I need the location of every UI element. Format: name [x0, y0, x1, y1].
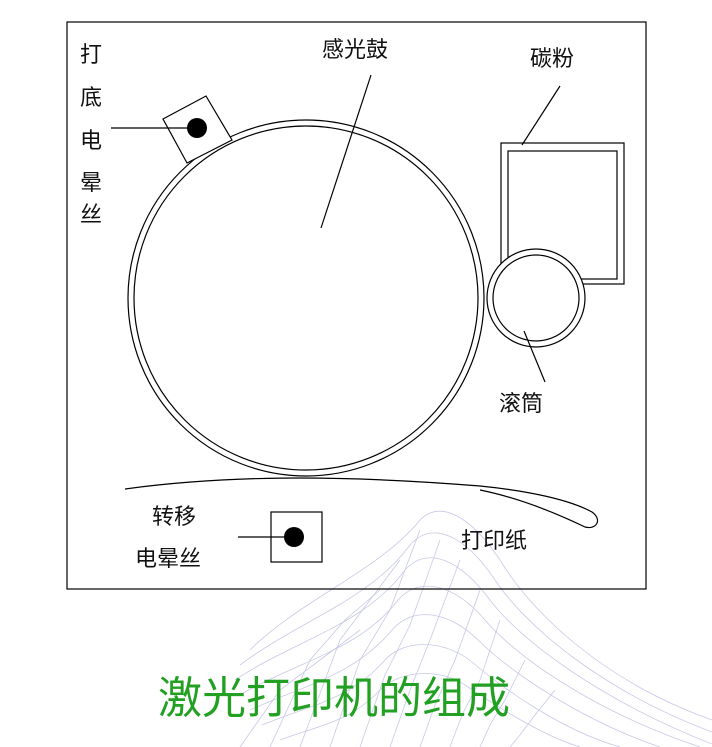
- charge-wire-char-1: 打: [80, 43, 102, 68]
- roller-label: 滚筒: [499, 392, 543, 417]
- transfer-label-line2: 电晕丝: [135, 547, 201, 572]
- diagram-title: 激光打印机的组成: [158, 673, 510, 724]
- charge-wire-dot: [187, 118, 207, 138]
- drum-label: 感光鼓: [322, 38, 388, 63]
- charge-wire-char-2: 底: [80, 86, 102, 111]
- laser-printer-diagram: 感光鼓 碳粉 滚筒 打 底 电 晕 丝 打印纸 转移 电晕丝 激光打印机的组成: [66, 21, 712, 747]
- roller-outer-circle: [486, 248, 586, 348]
- charge-wire-char-5: 丝: [80, 203, 102, 228]
- drum-outer-circle: [127, 119, 485, 477]
- charge-wire-char-4: 晕: [80, 171, 102, 196]
- transfer-wire-dot: [284, 527, 304, 547]
- drum-leader-line: [320, 74, 372, 229]
- toner-label: 碳粉: [530, 47, 574, 72]
- transfer-label-line1: 转移: [152, 505, 196, 530]
- toner-leader-line: [521, 85, 561, 146]
- paper-label: 打印纸: [461, 529, 527, 554]
- drum-inner-circle: [133, 125, 479, 471]
- charge-wire-char-3: 电: [80, 129, 102, 154]
- charge-wire-label: 打 底 电 晕 丝: [80, 43, 102, 228]
